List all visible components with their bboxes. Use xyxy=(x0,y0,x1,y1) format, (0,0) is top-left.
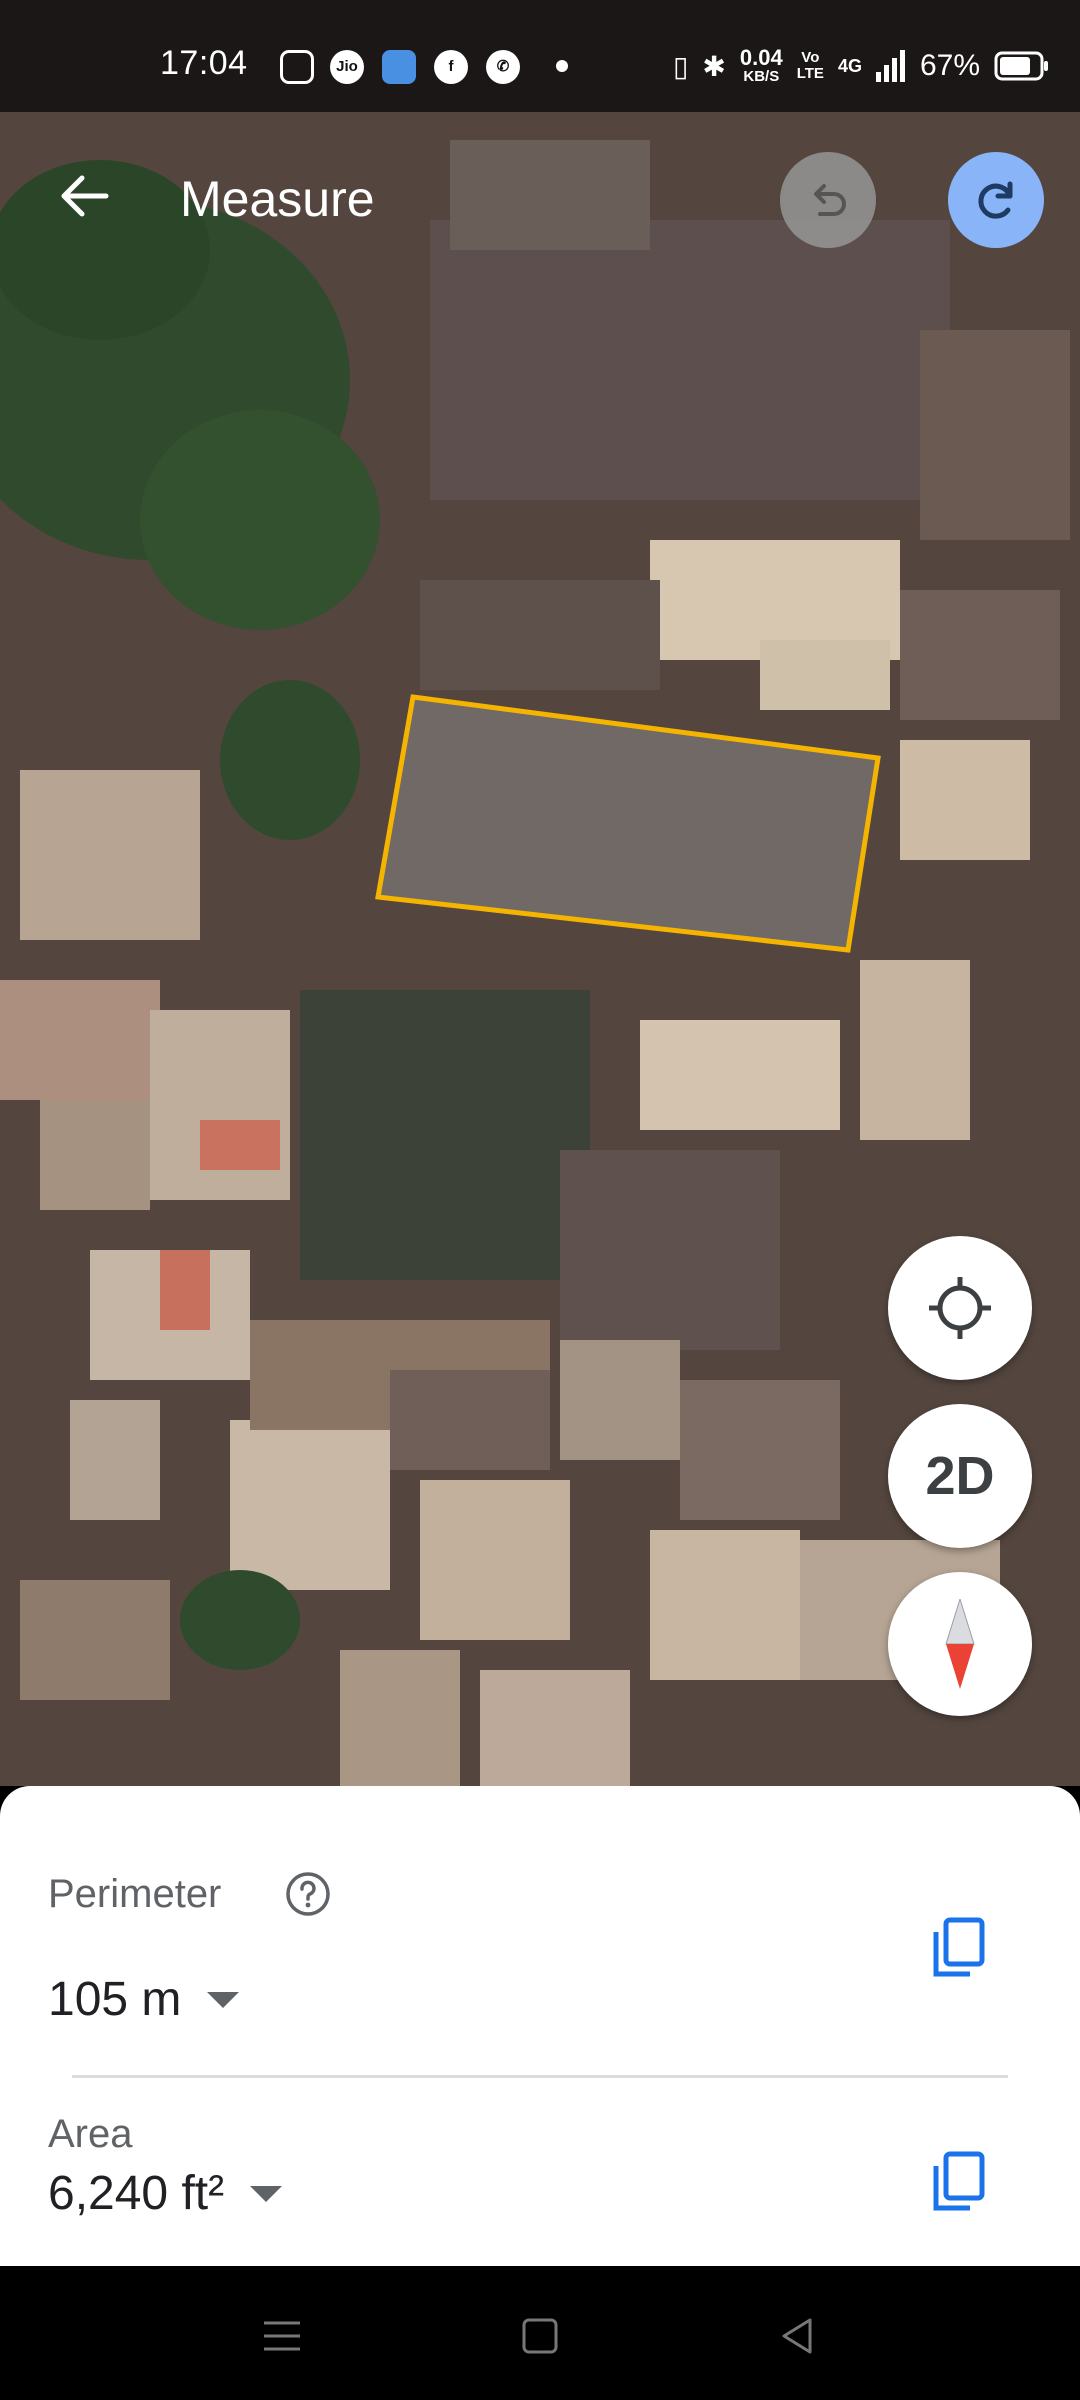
back-triangle-icon xyxy=(782,2318,812,2354)
arrow-back-icon xyxy=(61,175,109,217)
copy-perimeter-button[interactable] xyxy=(918,1908,998,1988)
chevron-down-icon xyxy=(207,1991,240,2008)
chevron-down-icon xyxy=(250,2185,283,2202)
view-mode-button[interactable]: 2D xyxy=(888,1404,1032,1548)
dot-icon xyxy=(556,60,568,72)
bluetooth-icon: ✱ xyxy=(702,50,726,82)
app-icon xyxy=(382,50,416,84)
redo-icon xyxy=(978,181,1013,219)
measurement-sheet: Perimeter 105 m Area 6,240 ft² xyxy=(0,1786,1080,2266)
undo-button[interactable] xyxy=(780,152,876,248)
status-indicators: ▯ ✱ 0.04 KB/S Vo LTE 4G 67% xyxy=(673,44,1050,88)
volte-top: Vo xyxy=(801,49,820,66)
my-location-button[interactable] xyxy=(888,1236,1032,1380)
jio-icon: Jio xyxy=(330,50,364,84)
speed-unit: KB/S xyxy=(743,68,780,85)
system-nav-bar xyxy=(0,2266,1080,2400)
area-label: Area xyxy=(48,2112,133,2156)
perimeter-label: Perimeter xyxy=(48,1872,222,1916)
view-mode-label: 2D xyxy=(925,1446,995,1506)
battery-icon xyxy=(994,51,1048,81)
vibrate-icon: ▯ xyxy=(673,50,689,82)
menu-nav-button[interactable] xyxy=(252,2306,312,2366)
status-time: 17:04 xyxy=(160,44,248,82)
speed-value: 0.04 xyxy=(739,45,783,70)
page-title: Measure xyxy=(180,171,375,227)
back-nav-button[interactable] xyxy=(768,2306,828,2366)
perimeter-value: 105 m xyxy=(48,1973,182,2026)
compass-icon xyxy=(945,1599,975,1689)
area-unit-dropdown[interactable]: 6,240 ft² xyxy=(48,2166,283,2221)
instagram-icon xyxy=(280,50,314,84)
redo-button[interactable] xyxy=(948,152,1044,248)
my-location-icon xyxy=(929,1277,991,1339)
battery-percent: 67% xyxy=(919,49,980,82)
signal-icon xyxy=(875,50,905,82)
status-bar: 17:04 Jio f ✆ ▯ ✱ 0.04 KB/S Vo LTE 4G 67… xyxy=(0,0,1080,112)
help-icon xyxy=(286,1872,330,1916)
network-speed: 0.04 KB/S xyxy=(740,47,783,85)
home-nav-button[interactable] xyxy=(510,2306,570,2366)
undo-icon xyxy=(814,184,846,216)
volte-bottom: LTE xyxy=(796,65,824,82)
facebook-icon: f xyxy=(434,50,468,84)
volte-indicator: Vo LTE xyxy=(797,50,824,82)
copy-area-button[interactable] xyxy=(918,2142,998,2222)
copy-icon xyxy=(933,2151,985,2211)
compass-button[interactable] xyxy=(888,1572,1032,1716)
phone-icon: ✆ xyxy=(486,50,520,84)
divider xyxy=(72,2075,1008,2078)
menu-icon xyxy=(264,2321,300,2351)
perimeter-unit-dropdown[interactable]: 105 m xyxy=(48,1972,240,2027)
area-value: 6,240 ft² xyxy=(48,2167,225,2220)
network-type: 4G xyxy=(837,55,862,76)
perimeter-help-button[interactable] xyxy=(284,1870,332,1923)
back-button[interactable] xyxy=(48,160,120,232)
home-square-icon xyxy=(522,2318,558,2354)
copy-icon xyxy=(933,1917,985,1977)
